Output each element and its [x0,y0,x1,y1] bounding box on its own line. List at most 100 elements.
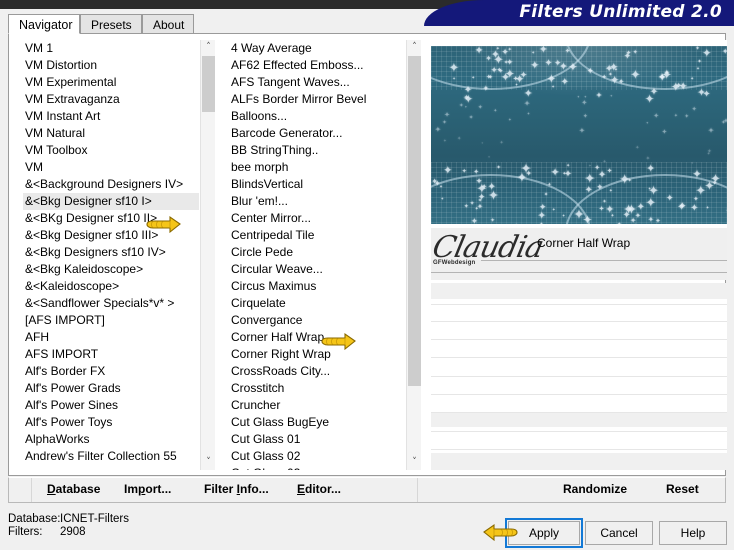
list-item[interactable]: ALFs Border Mirror Bevel [229,91,405,108]
list-item[interactable]: Convergance [229,312,405,329]
list-item[interactable]: &<Bkg Designers sf10 IV> [23,244,199,261]
list-item[interactable]: VM Extravaganza [23,91,199,108]
menu-import[interactable]: Import... [124,482,171,496]
list-item[interactable]: [AFS IMPORT] [23,312,199,329]
filter-scrollbar[interactable]: ˄ ˅ [406,40,421,470]
menu-filter-info[interactable]: Filter Info... [204,482,269,496]
star-icon: ✦ [495,46,500,53]
star-icon: ✦ [475,207,479,213]
list-item[interactable]: AF62 Effected Emboss... [229,57,405,74]
tab-navigator[interactable]: Navigator [8,14,80,34]
list-item[interactable]: Center Mirror... [229,210,405,227]
star-icon: ✦ [723,116,727,125]
star-icon: ✦ [477,103,483,111]
list-item[interactable]: Cruncher [229,397,405,414]
list-item[interactable]: VM Distortion [23,57,199,74]
bottom-menu-bar: Database Import... Filter Info... Editor… [8,477,726,503]
star-icon: ✦ [507,47,512,54]
list-item[interactable]: Alf's Power Grads [23,380,199,397]
star-icon: ✦ [441,197,444,201]
list-item[interactable]: Alf's Power Sines [23,397,199,414]
list-item[interactable]: &<Background Designers IV> [23,176,199,193]
list-item[interactable]: AFH [23,329,199,346]
star-icon: ✦ [487,155,491,160]
list-item[interactable]: Balloons... [229,108,405,125]
star-icon: ✦ [599,205,605,212]
parameter-row-divider [431,357,727,358]
list-item[interactable]: Circus Maximus [229,278,405,295]
star-icon: ✦ [481,183,487,191]
menu-database[interactable]: Database [47,482,100,496]
category-scroll-thumb[interactable] [202,56,215,112]
star-icon: ✦ [551,83,555,89]
menu-editor[interactable]: Editor... [297,482,341,496]
list-item[interactable]: VM [23,159,199,176]
star-icon: ✦ [706,151,711,157]
list-item[interactable]: VM Toolbox [23,142,199,159]
category-listbox[interactable]: VM 1 VM Distortion VM Experimental VM Extra… [15,40,215,470]
list-item[interactable]: &<Bkg Designer sf10 I> [23,193,199,210]
star-icon: ✦ [567,59,578,74]
list-item[interactable]: Alf's Power Toys [23,414,199,431]
list-item[interactable]: 4 Way Average [229,40,405,57]
list-item[interactable]: BB StringThing.. [229,142,405,159]
list-item[interactable]: bee morph [229,159,405,176]
star-icon: ✦ [562,213,565,218]
star-icon: ✦ [512,73,519,83]
list-item[interactable]: Crosstitch [229,380,405,397]
star-icon: ✦ [558,60,569,74]
star-icon: ✦ [594,164,600,172]
star-icon: ✦ [584,185,593,196]
list-item[interactable]: &<Sandflower Specials*v* > [23,295,199,312]
list-item[interactable]: VM 1 [23,40,199,57]
list-item-selected[interactable]: Corner Half Wrap [231,330,324,344]
list-item[interactable]: AFS Tangent Waves... [229,74,405,91]
tab-about[interactable]: About [142,14,194,34]
list-item[interactable]: AlphaWorks [23,431,199,448]
help-button[interactable]: Help [659,521,727,545]
list-item[interactable]: VM Instant Art [23,108,199,125]
list-item[interactable]: Alf's Border FX [23,363,199,380]
list-item[interactable]: BlindsVertical [229,176,405,193]
list-item[interactable]: Cut Glass BugEye [229,414,405,431]
filters-unlimited-window: Filters Unlimited 2.0 Navigator Presets … [0,0,734,550]
tab-presets[interactable]: Presets [80,14,142,34]
list-item[interactable]: VM Experimental [23,74,199,91]
list-item[interactable]: Centripedal Tile [229,227,405,244]
list-item[interactable]: VM Natural [23,125,199,142]
list-item[interactable]: &<Bkg Kaleidoscope> [23,261,199,278]
list-item[interactable]: AFS IMPORT [23,346,199,363]
filter-listbox[interactable]: 4 Way Average AF62 Effected Emboss... AFS … [221,40,421,470]
watermark-subtitle: GFWebdesign [433,260,476,266]
star-icon: ✦ [673,113,678,119]
filter-list-items[interactable]: 4 Way Average AF62 Effected Emboss... AFS … [221,40,405,470]
scroll-up-icon[interactable]: ˄ [201,40,215,55]
star-icon: ✦ [605,204,614,215]
filter-scroll-thumb[interactable] [408,56,421,386]
list-item[interactable]: Corner Half Wrap [229,329,405,346]
star-icon: ✦ [655,218,661,224]
cancel-button[interactable]: Cancel [585,521,653,545]
list-item[interactable]: Cut Glass 02 [229,448,405,465]
list-item[interactable]: &<Kaleidoscope> [23,278,199,295]
scroll-down-icon[interactable]: ˅ [201,455,215,470]
randomize-button[interactable]: Randomize [563,482,627,496]
category-list-items[interactable]: VM 1 VM Distortion VM Experimental VM Extra… [15,40,199,470]
list-item[interactable]: Circle Pede [229,244,405,261]
scroll-up-icon[interactable]: ˄ [407,40,421,55]
list-item[interactable]: Circular Weave... [229,261,405,278]
list-item[interactable]: Barcode Generator... [229,125,405,142]
reset-button[interactable]: Reset [666,482,699,496]
list-item[interactable]: Cut Glass 03 [229,465,405,470]
list-item[interactable]: CrossRoads City... [229,363,405,380]
list-item[interactable]: Cut Glass 01 [229,431,405,448]
star-icon: ✦ [496,166,501,172]
list-item[interactable]: Cirquelate [229,295,405,312]
list-item[interactable]: Corner Right Wrap [229,346,405,363]
category-scrollbar[interactable]: ˄ ˅ [200,40,215,470]
list-item[interactable]: Blur 'em!... [229,193,405,210]
star-icon: ✦ [583,94,587,99]
scroll-down-icon[interactable]: ˅ [407,455,421,470]
star-icon: ✦ [443,137,447,143]
list-item[interactable]: Andrew's Filter Collection 55 [23,448,199,465]
